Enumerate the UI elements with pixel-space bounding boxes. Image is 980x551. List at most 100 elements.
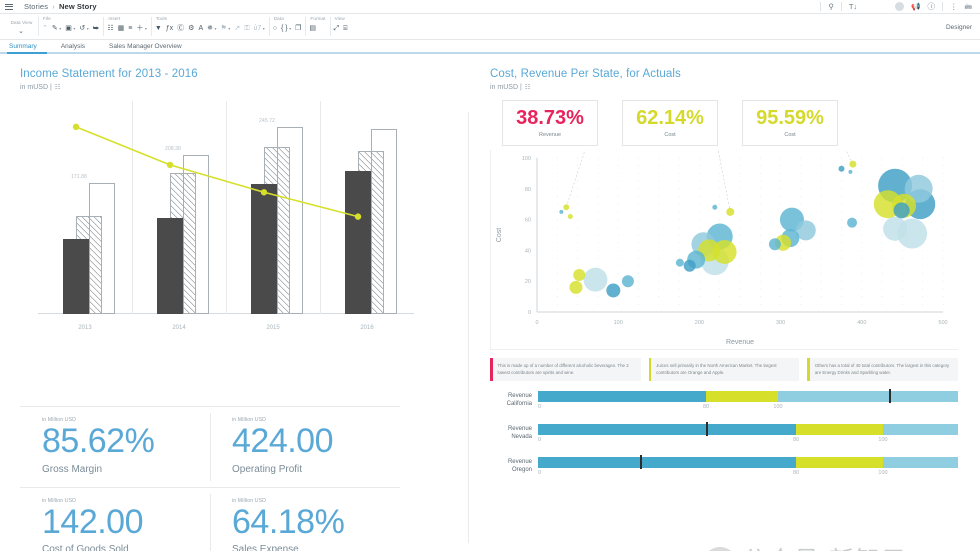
- bubble-point[interactable]: [712, 204, 718, 210]
- kpi-tile-0[interactable]: 38.73% Revenue: [502, 100, 598, 146]
- y-axis-tick: 80: [525, 187, 531, 193]
- kpi-tile-value: 62.14%: [636, 107, 704, 129]
- bubble-point[interactable]: [726, 207, 735, 216]
- layout-icon[interactable]: ⌸: [343, 25, 347, 32]
- insert-more-icon[interactable]: ＋: [136, 25, 143, 32]
- chevron-down-icon[interactable]: ▾: [228, 26, 230, 31]
- collapse-icon[interactable]: ⌃: [42, 25, 48, 32]
- bubble-point[interactable]: [675, 258, 684, 267]
- kpi-value: 424.00: [232, 422, 334, 460]
- bullet-row-0[interactable]: Revenue California 0 80 100: [490, 389, 958, 424]
- explore-icon[interactable]: ✵: [207, 25, 213, 32]
- kpi-tile-row: 38.73% Revenue 62.14% Cost 95.59% Cost: [490, 100, 958, 146]
- megaphone-icon[interactable]: 📢: [911, 3, 920, 11]
- bubble-point[interactable]: [569, 280, 583, 294]
- bubble-point[interactable]: [583, 267, 608, 292]
- formula-icon[interactable]: ƒx: [166, 25, 173, 32]
- bubble-point[interactable]: [847, 217, 858, 228]
- chevron-down-icon[interactable]: ▾: [59, 26, 61, 31]
- bubble-point[interactable]: [621, 275, 634, 288]
- calendar-icon[interactable]: ☷: [525, 83, 531, 91]
- x-axis-tick: 2016: [360, 325, 374, 331]
- tab-analysis[interactable]: Analysis: [59, 43, 95, 53]
- designer-toggle[interactable]: Designer: [946, 24, 972, 31]
- annotation-card-0: This is made up of a number of different…: [490, 358, 641, 381]
- bubble-point[interactable]: [563, 204, 570, 211]
- annotation-text: Others has a total of 40 total contribut…: [814, 363, 950, 376]
- y-axis-label: Cost: [496, 228, 503, 242]
- kpi-card-sales-expense[interactable]: in Million USD 64.18% Sales Expense: [210, 488, 400, 551]
- pin-icon[interactable]: ⚑: [221, 25, 227, 32]
- bullet-ticks: 0 80 100: [538, 437, 958, 447]
- avatar[interactable]: [895, 2, 905, 11]
- bubble-chart-svg[interactable]: 0 20 40 60 80 100 0 100 200 300 400 500 Cost Revenue: [491, 150, 959, 350]
- insert-text-icon[interactable]: ≡: [128, 25, 132, 32]
- bubble-point[interactable]: [567, 214, 573, 220]
- bubble-point[interactable]: [849, 160, 857, 168]
- lock-icon[interactable]: ⚿: [244, 25, 249, 32]
- bullet-bar-wrap: [538, 455, 958, 470]
- chevron-down-icon[interactable]: ▾: [289, 26, 291, 31]
- link-icon[interactable]: ὑ7: [254, 25, 262, 32]
- kpi-card-cost-of-goods-sold[interactable]: in Million USD 142.00 Cost of Goods Sold: [20, 488, 210, 551]
- bullet-row-2[interactable]: Revenue Oregon 0 80 100: [490, 455, 958, 490]
- kpi-card-operating-profit[interactable]: in Million USD 424.00 Operating Profit: [210, 407, 400, 487]
- kpi-tile-1[interactable]: 62.14% Cost: [622, 100, 718, 146]
- more-options-icon[interactable]: ⋮: [950, 3, 958, 11]
- share-icon[interactable]: ⮩: [93, 25, 100, 32]
- refresh-icon[interactable]: ○: [273, 25, 277, 32]
- edit-pen-icon[interactable]: ✎: [52, 25, 58, 32]
- bubble-point[interactable]: [683, 259, 696, 272]
- bubble-point[interactable]: [606, 283, 621, 298]
- bubble-point[interactable]: [883, 216, 908, 241]
- bullet-track: 0 80 100: [538, 455, 958, 487]
- income-bar-chart[interactable]: 171.88 2013 208.38 2014 245.72 2015 2016: [20, 97, 420, 342]
- hamburger-icon[interactable]: [5, 3, 15, 10]
- help-icon[interactable]: ⓘ: [928, 3, 936, 11]
- search-icon[interactable]: ⚲: [828, 3, 834, 11]
- chevron-down-icon[interactable]: ▾: [73, 26, 75, 31]
- text-size-icon[interactable]: T↓: [849, 3, 857, 11]
- insert-chart-icon[interactable]: ☷: [107, 25, 113, 32]
- filter-icon[interactable]: ▼: [155, 25, 162, 32]
- copy-data-icon[interactable]: ❐: [295, 25, 301, 32]
- undo-icon[interactable]: ↺: [79, 25, 85, 32]
- annotation-text: This is made up of a number of different…: [497, 363, 629, 376]
- data-view-caret-icon[interactable]: ⌄: [18, 27, 24, 35]
- bubble-point[interactable]: [848, 169, 853, 174]
- breadcrumb-root[interactable]: Stories: [24, 2, 48, 11]
- bubble-point[interactable]: [768, 238, 781, 251]
- chevron-down-icon[interactable]: ▾: [87, 26, 89, 31]
- trend-icon[interactable]: ↗: [234, 25, 240, 32]
- chevron-down-icon[interactable]: ▾: [263, 26, 265, 31]
- currency-icon[interactable]: Ⓒ: [177, 25, 184, 32]
- format-paint-icon[interactable]: ▤: [309, 25, 316, 32]
- x-axis-tick: 300: [776, 320, 785, 326]
- collaborate-icon[interactable]: 🖮: [965, 3, 973, 11]
- insert-table-icon[interactable]: ▦: [118, 25, 125, 32]
- save-icon[interactable]: ▣: [65, 25, 72, 32]
- chevron-down-icon[interactable]: ▾: [145, 26, 147, 31]
- annotation-text: Juices sell primarily in the North Ameri…: [656, 363, 777, 376]
- bubble-point[interactable]: [893, 202, 910, 219]
- cost-revenue-bubble-chart[interactable]: 0 20 40 60 80 100 0 100 200 300 400 500 Cost Revenue: [490, 150, 958, 350]
- ribbon-icon-row: ☷ ▦ ≡ ＋ ▾: [107, 22, 147, 35]
- tab-summary[interactable]: Summary: [7, 43, 47, 54]
- settings-gear-icon[interactable]: ⚙: [188, 25, 194, 32]
- top-bar-actions: ⚲ T↓ 📢 ⓘ ⋮ 🖮: [820, 2, 975, 11]
- x-axis-tick: 2015: [266, 325, 280, 331]
- bubble-point[interactable]: [559, 209, 564, 214]
- font-color-icon[interactable]: A: [198, 25, 203, 32]
- tab-sales-manager-overview[interactable]: Sales Manager Overview: [107, 43, 192, 53]
- ribbon-group-label: Tools: [155, 16, 168, 21]
- bubble-point[interactable]: [573, 269, 586, 282]
- bubble-point[interactable]: [838, 165, 845, 172]
- bullet-row-1[interactable]: Revenue Nevada 0 80 100: [490, 422, 958, 457]
- kpi-tile-2[interactable]: 95.59% Cost: [742, 100, 838, 146]
- variables-icon[interactable]: { }: [281, 25, 288, 32]
- fullscreen-icon[interactable]: ⤢: [334, 25, 340, 32]
- income-statement-panel: Income Statement for 2013 - 2016 in mUSD…: [0, 54, 468, 551]
- kpi-card-gross-margin[interactable]: in Million USD 85.62% Gross Margin: [20, 407, 210, 487]
- calendar-icon[interactable]: ☷: [55, 83, 61, 91]
- chevron-down-icon[interactable]: ▾: [215, 26, 217, 31]
